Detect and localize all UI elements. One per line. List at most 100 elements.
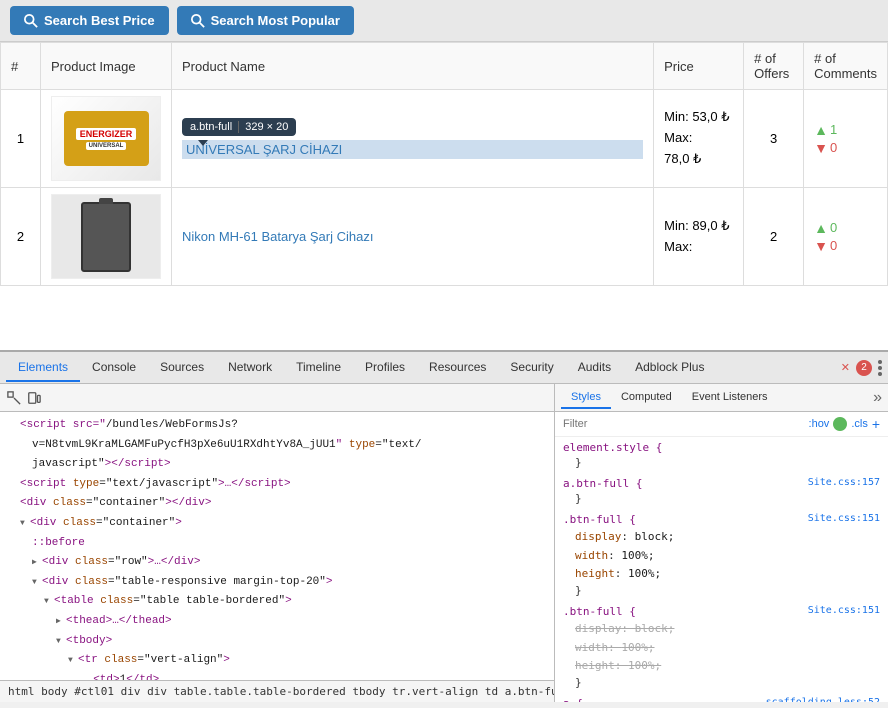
top-bar: Search Best Price Search Most Popular <box>0 0 888 42</box>
element-line[interactable]: <div class="container"></div> <box>0 494 554 514</box>
tab-timeline[interactable]: Timeline <box>284 354 353 382</box>
table-row: 1 ENERGIZER UNIVERSAL a.btn-full <box>1 90 888 188</box>
col-header-hash: # <box>1 43 41 90</box>
style-block-abtnfull: a.btn-full { Site.css:157 } <box>563 477 880 505</box>
tab-resources[interactable]: Resources <box>417 354 498 382</box>
hover-toggle[interactable]: :hov <box>809 418 830 430</box>
product-image-1: ENERGIZER UNIVERSAL <box>41 90 172 188</box>
col-header-comments: # of Comments <box>804 43 888 90</box>
vote-down-2: ▼ 0 <box>814 238 837 254</box>
devtools-tabbar: Elements Console Sources Network Timelin… <box>0 352 888 384</box>
element-line[interactable]: <div class="container"> <box>0 514 554 534</box>
tab-adblock[interactable]: Adblock Plus <box>623 354 716 382</box>
style-close-brace: } <box>563 492 880 505</box>
tab-security[interactable]: Security <box>498 354 565 382</box>
product-image-2 <box>41 188 172 286</box>
devtools-body: <script src="/bundles/WebFormsJs? v=N8tv… <box>0 384 888 702</box>
tooltip-size: 329 × 20 <box>245 121 288 133</box>
element-line[interactable]: ::before <box>0 534 554 554</box>
arrow-down-icon: ▼ <box>814 140 828 156</box>
style-block-element: element.style { } <box>563 441 880 469</box>
elements-content[interactable]: <script src="/bundles/WebFormsJs? v=N8tv… <box>0 412 554 680</box>
devtools-tab-right: ✕ 2 <box>841 360 882 376</box>
tooltip-container: a.btn-full 329 × 20 <box>182 118 296 140</box>
styles-tabbar: Styles Computed Event Listeners » <box>555 384 888 412</box>
product-num-2: 2 <box>1 188 41 286</box>
add-style-button[interactable]: + <box>872 416 880 432</box>
tab-sources[interactable]: Sources <box>148 354 216 382</box>
styles-content: element.style { } a.btn-full { Site.css:… <box>555 437 888 702</box>
product-price-1: Min: 53,0 ₺ Max: 78,0 ₺ <box>654 90 744 188</box>
elements-toolbar <box>0 384 554 412</box>
arrow-up-icon: ▲ <box>814 122 828 138</box>
product-name-link-1[interactable]: UNİVERSAL ŞARJ CİHAZI <box>182 140 643 159</box>
product-name-cell-1: a.btn-full 329 × 20 UNİVERSAL ŞARJ CİHAZ… <box>172 90 654 188</box>
style-source-link-4[interactable]: scaffolding.less:52 <box>766 697 880 702</box>
style-block-btnfull-1: .btn-full { Site.css:151 display: block;… <box>563 513 880 597</box>
inspect-element-button[interactable] <box>4 388 24 408</box>
element-line[interactable]: javascript"></script> <box>0 455 554 475</box>
style-block-a: a { scaffolding.less:52 color: #337ab7; … <box>563 697 880 702</box>
element-line[interactable]: <tr class="vert-align"> <box>0 651 554 671</box>
element-line[interactable]: <div class="table-responsive margin-top-… <box>0 573 554 593</box>
product-votes-1: ▲ 1 ▼ 0 <box>804 90 888 188</box>
style-close-brace: } <box>563 676 880 689</box>
search-best-price-button[interactable]: Search Best Price <box>10 6 169 35</box>
element-line[interactable]: <table class="table table-bordered"> <box>0 592 554 612</box>
product-votes-2: ▲ 0 ▼ 0 <box>804 188 888 286</box>
style-source-link-2[interactable]: Site.css:151 <box>808 513 880 524</box>
color-picker-button[interactable] <box>833 417 847 431</box>
style-rule-struck: height: 100%; <box>563 657 880 676</box>
table-row: 2 Nikon MH-61 Batarya Şarj Cihazı Min: 8… <box>1 188 888 286</box>
more-tabs-button[interactable]: » <box>873 389 882 407</box>
tab-audits[interactable]: Audits <box>566 354 623 382</box>
element-line[interactable]: <thead>…</thead> <box>0 612 554 632</box>
search-icon-2 <box>191 14 205 28</box>
element-line[interactable]: v=N8tvmL9KraMLGAMFuPycfH3pXe6uU1RXdhtYv8… <box>0 436 554 456</box>
tab-event-listeners[interactable]: Event Listeners <box>682 387 778 409</box>
element-line[interactable]: <script src="/bundles/WebFormsJs? <box>0 416 554 436</box>
style-block-btnfull-2: .btn-full { Site.css:151 display: block;… <box>563 605 880 689</box>
col-header-image: Product Image <box>41 43 172 90</box>
style-close-brace: } <box>563 456 880 469</box>
search-icon <box>24 14 38 28</box>
element-line[interactable]: <script type="text/javascript">…</script… <box>0 475 554 495</box>
style-source-link-3[interactable]: Site.css:151 <box>808 605 880 616</box>
more-options-button[interactable] <box>878 360 882 376</box>
tooltip-class: a.btn-full <box>190 121 232 133</box>
arrow-up-icon-2: ▲ <box>814 220 828 236</box>
style-selector: .btn-full { Site.css:151 <box>563 605 880 618</box>
element-line[interactable]: <div class="row">…</div> <box>0 553 554 573</box>
col-header-offers: # of Offers <box>744 43 804 90</box>
styles-filter-input[interactable] <box>563 418 805 430</box>
element-line[interactable]: <tbody> <box>0 632 554 652</box>
tab-network[interactable]: Network <box>216 354 284 382</box>
col-header-name: Product Name <box>172 43 654 90</box>
styles-filter-bar: :hov .cls + <box>555 412 888 437</box>
product-price-2: Min: 89,0 ₺ Max: <box>654 188 744 286</box>
style-source-link[interactable]: Site.css:157 <box>808 477 880 488</box>
tooltip-divider <box>238 121 239 133</box>
tab-computed[interactable]: Computed <box>611 387 682 409</box>
vote-down-1: ▼ 0 <box>814 140 837 156</box>
style-rule-struck: display: block; <box>563 620 880 639</box>
product-name-link-2[interactable]: Nikon MH-61 Batarya Şarj Cihazı <box>182 229 373 244</box>
tab-styles[interactable]: Styles <box>561 387 611 409</box>
style-rule: display: block; <box>563 528 880 547</box>
style-selector: element.style { <box>563 441 880 454</box>
cls-toggle[interactable]: .cls <box>851 418 868 430</box>
product-table: # Product Image Product Name Price # of … <box>0 42 888 286</box>
tab-elements[interactable]: Elements <box>6 354 80 382</box>
arrow-down-icon-2: ▼ <box>814 238 828 254</box>
element-line[interactable]: <td>1</td> <box>0 671 554 680</box>
tab-profiles[interactable]: Profiles <box>353 354 417 382</box>
tooltip-box: a.btn-full 329 × 20 <box>182 118 296 136</box>
main-content: # Product Image Product Name Price # of … <box>0 42 888 350</box>
vote-up-1: ▲ 1 <box>814 122 837 138</box>
devtools-panel: Elements Console Sources Network Timelin… <box>0 350 888 702</box>
product-offers-2: 2 <box>744 188 804 286</box>
tab-console[interactable]: Console <box>80 354 148 382</box>
style-rule: width: 100%; <box>563 547 880 566</box>
device-toggle-button[interactable] <box>24 388 44 408</box>
search-most-popular-button[interactable]: Search Most Popular <box>177 6 354 35</box>
